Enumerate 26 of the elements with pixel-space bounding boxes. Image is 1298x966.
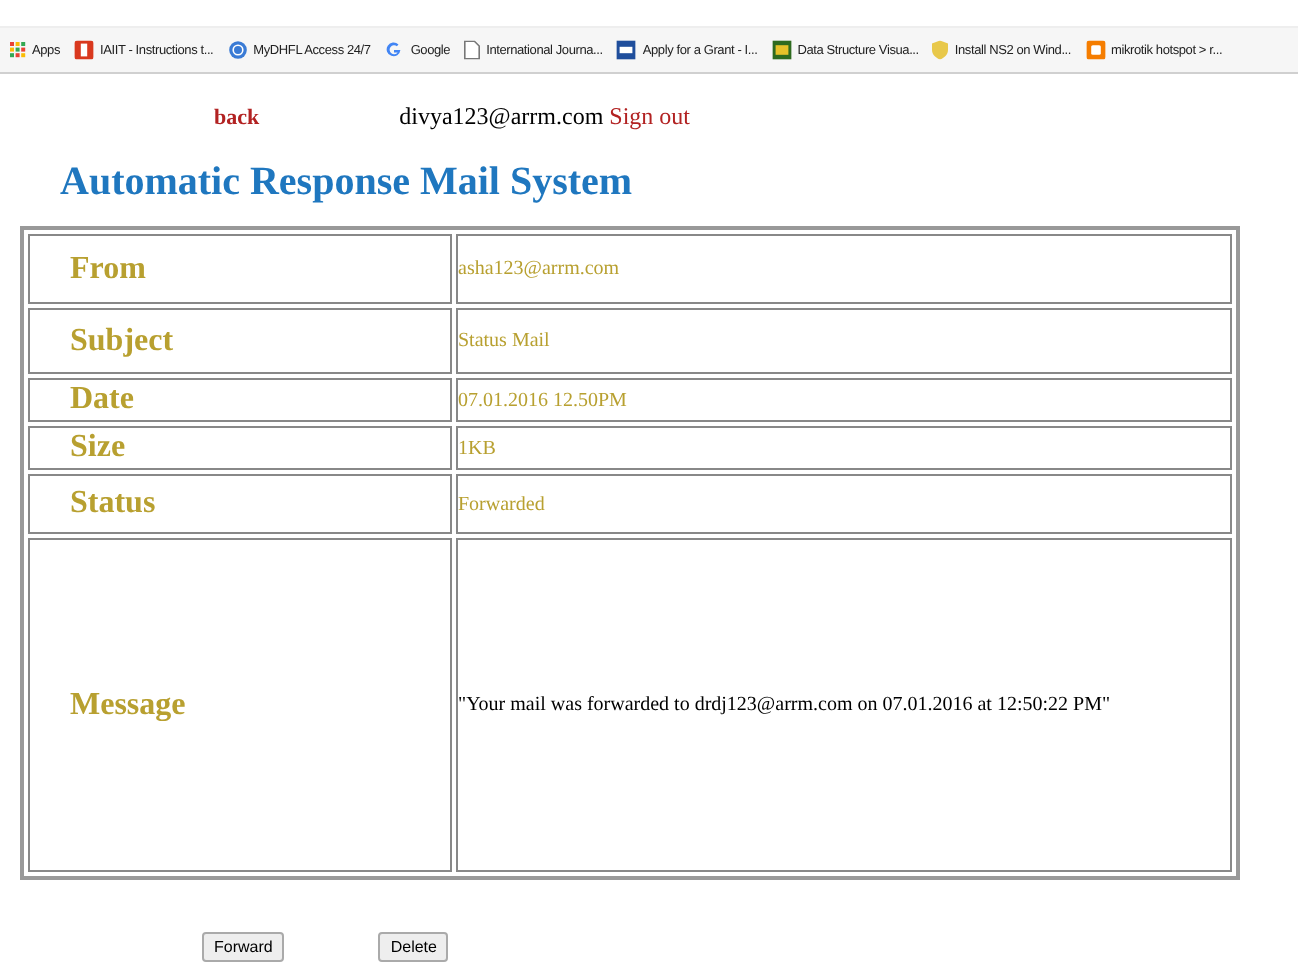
bookmark-favicon-icon [617,40,637,60]
field-label: Message [28,538,452,872]
field-value: "Your mail was forwarded to drdj123@arrm.com on 07.01.2016 at 12:50:22 PM" [456,538,1232,872]
field-label: Subject [28,308,452,374]
sign-out-link[interactable]: Sign out [609,102,690,132]
field-label: From [28,234,452,304]
field-value: Status Mail [456,308,1232,374]
back-link[interactable]: back [214,106,260,130]
bookmark-favicon-icon [1085,40,1105,60]
bookmark-favicon-icon [74,40,94,60]
action-button[interactable]: Delete [378,932,449,962]
google-g-icon [385,40,405,60]
page-title: Automatic Response Mail System [60,160,635,206]
field-value: 07.01.2016 12.50PM [456,378,1232,422]
bookmark-favicon-icon [771,40,792,60]
action-button[interactable]: Forward [202,932,285,962]
page-icon [464,40,481,60]
field-value: Forwarded [456,474,1232,534]
shield-icon [932,40,949,60]
field-label: Size [28,426,452,470]
field-value: 1KB [456,426,1232,470]
field-label: Status [28,474,452,534]
field-label: Date [28,378,452,422]
field-value: asha123@arrm.com [456,234,1232,304]
apps-grid-icon [10,42,26,58]
user-email: divya123@arrm.com [399,102,604,132]
